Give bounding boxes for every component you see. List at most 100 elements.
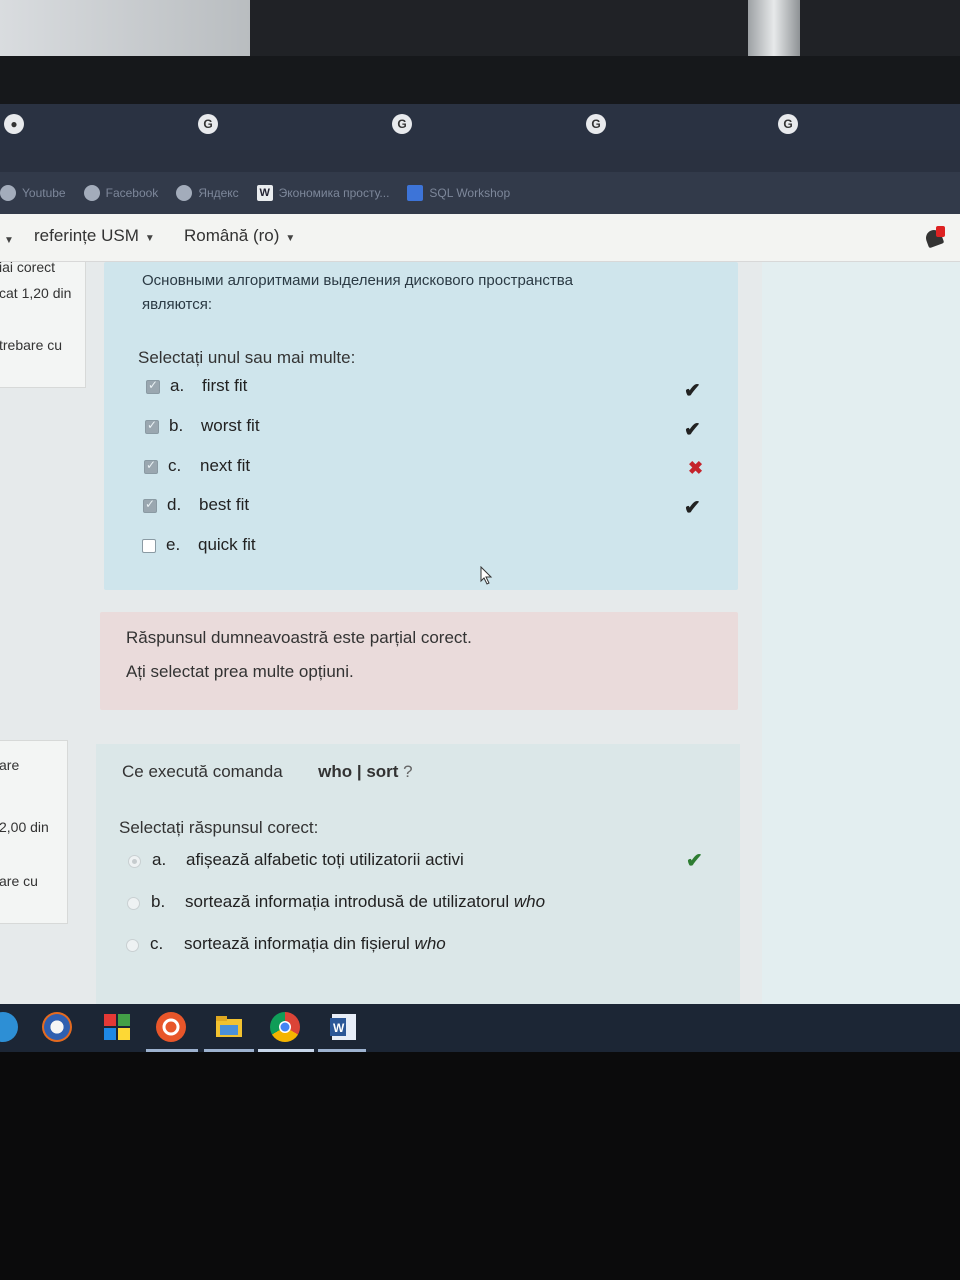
option-letter: e.: [166, 535, 181, 554]
question-2-prefix: Ce execută comanda: [122, 762, 283, 781]
option-text: best fit: [199, 495, 250, 514]
question-1-text: Основными алгоритмами выделения дисковог…: [142, 272, 573, 289]
correct-check-icon: ✔: [684, 419, 701, 441]
option-text: sortează informația introdusă de utiliza…: [185, 892, 545, 912]
mouse-cursor-icon: [480, 566, 493, 585]
option-letter: b.: [169, 416, 184, 435]
monitor-bezel-bottom: [0, 1052, 960, 1280]
option-b[interactable]: b. worst fit: [145, 416, 705, 442]
question-2-command: who | sort: [318, 762, 399, 781]
correct-check-icon: ✔: [684, 497, 701, 519]
globe-icon: [83, 185, 100, 201]
language-selector[interactable]: Română (ro) ▼: [184, 226, 295, 246]
option-text: next fit: [200, 456, 251, 475]
info-score: 2,00 din: [0, 819, 49, 835]
option-text-main: sortează informația introdusă de utiliza…: [185, 892, 514, 911]
option-d-checkbox[interactable]: [143, 497, 157, 513]
q2-option-b-radio[interactable]: [127, 897, 140, 910]
bookmark-label: Youtube: [22, 186, 66, 200]
tab-favicon-google-icon[interactable]: G: [392, 114, 412, 134]
info-status: are: [0, 757, 20, 773]
browser-tab-strip: ● G G G G: [0, 104, 960, 150]
option-letter: c.: [150, 934, 164, 953]
file-explorer-icon[interactable]: [214, 1012, 244, 1042]
bookmark-youtube[interactable]: Youtube: [0, 185, 66, 201]
option-e[interactable]: e. quick fit: [142, 535, 702, 561]
nav-references-menu[interactable]: referințe USM ▼: [34, 226, 155, 246]
option-c[interactable]: c. next fit: [144, 456, 704, 482]
address-bar[interactable]: [0, 150, 960, 174]
option-d[interactable]: d. best fit: [143, 495, 703, 521]
option-b-checkbox[interactable]: [145, 418, 159, 434]
question-2-text: Ce execută comanda who | sort ?: [122, 762, 413, 782]
option-a[interactable]: a. first fit: [146, 376, 706, 402]
globe-icon: [176, 185, 193, 201]
site-navbar: ▼ referințe USM ▼ Română (ro) ▼: [0, 214, 960, 262]
q2-option-a-radio[interactable]: [128, 855, 141, 868]
ubuntu-icon[interactable]: [156, 1012, 186, 1042]
info-status: iai corect: [0, 262, 56, 275]
feedback-box: Răspunsul dumneavoastră este parțial cor…: [100, 612, 738, 710]
quiz-page: iai corect cat 1,20 din trebare cu Основ…: [0, 262, 960, 1004]
nav-dropdown-caret[interactable]: ▼: [4, 228, 14, 248]
option-text-main: sortează informația din fișierul: [184, 934, 415, 953]
option-letter: a.: [170, 376, 185, 395]
wall-left: [0, 0, 250, 56]
tab-favicon-google-icon[interactable]: G: [198, 114, 218, 134]
q2-option-a[interactable]: a. afișează alfabetic toți utilizatorii …: [128, 850, 688, 876]
notification-badge: [936, 226, 945, 237]
word-icon: W: [256, 185, 273, 201]
question-1-text-cont: являются:: [142, 296, 213, 313]
option-text: sortează informația din fișierul who: [184, 934, 446, 954]
incorrect-cross-icon: ✖: [688, 458, 704, 478]
question-1-instruction: Selectați unul sau mai multe:: [138, 348, 356, 367]
thunderbird-icon[interactable]: [42, 1012, 72, 1042]
bookmarks-bar: Youtube Facebook Яндекс W Экономика прос…: [0, 172, 960, 214]
caret-down-icon: ▼: [144, 233, 155, 244]
option-a-checkbox[interactable]: [146, 378, 160, 394]
windows-store-icon[interactable]: [102, 1012, 132, 1042]
question-1-box: Основными алгоритмами выделения дисковог…: [104, 262, 738, 590]
question-info-2: are 2,00 din are cu: [0, 740, 68, 924]
photo-background-top: [0, 0, 960, 68]
q2-option-c-radio[interactable]: [126, 939, 139, 952]
feedback-too-many: Ați selectat prea multe opțiuni.: [126, 662, 354, 681]
bookmark-facebook[interactable]: Facebook: [83, 185, 159, 201]
bookmark-sql-workshop[interactable]: SQL Workshop: [407, 185, 510, 201]
bookmark-label: Facebook: [105, 186, 159, 200]
option-text-italic: who: [414, 934, 446, 953]
sql-icon: [407, 185, 424, 201]
tab-favicon-globe-icon[interactable]: ●: [4, 114, 24, 134]
chrome-icon[interactable]: [270, 1012, 300, 1042]
feedback-partial-correct: Răspunsul dumneavoastră este parțial cor…: [126, 628, 472, 647]
caret-down-icon: ▼: [4, 235, 14, 246]
info-flag[interactable]: trebare cu: [0, 337, 62, 353]
q2-option-b[interactable]: b. sortează informația introdusă de util…: [127, 892, 687, 918]
bookmark-economics[interactable]: W Экономика просту...: [256, 185, 389, 201]
option-text-italic: who: [513, 892, 546, 911]
start-button-icon[interactable]: [0, 1012, 18, 1042]
right-column: [762, 262, 960, 1004]
option-text: first fit: [202, 376, 248, 395]
option-text: worst fit: [201, 416, 260, 435]
nav-references-label: referințe USM: [34, 226, 139, 245]
option-letter: c.: [168, 456, 182, 475]
notification-bell-icon[interactable]: [923, 226, 950, 250]
q2-option-c[interactable]: c. sortează informația din fișierul who: [126, 934, 686, 960]
bookmark-label: SQL Workshop: [429, 186, 511, 200]
bookmark-label: Яндекс: [198, 186, 239, 200]
word-icon[interactable]: W: [328, 1012, 358, 1042]
option-e-checkbox[interactable]: [142, 539, 156, 553]
question-info-1: iai corect cat 1,20 din trebare cu: [0, 262, 86, 388]
option-letter: d.: [167, 495, 182, 514]
option-text: afișează alfabetic toți utilizatorii act…: [186, 850, 464, 869]
option-c-checkbox[interactable]: [144, 458, 158, 474]
tab-favicon-google-icon[interactable]: G: [586, 114, 606, 134]
correct-check-icon: ✔: [684, 380, 701, 402]
tab-favicon-google-icon[interactable]: G: [778, 114, 798, 134]
question-2-instruction: Selectați răspunsul corect:: [119, 818, 319, 837]
info-flag[interactable]: are cu: [0, 873, 38, 889]
globe-icon: [0, 185, 16, 201]
bookmark-yandex[interactable]: Яндекс: [176, 185, 239, 201]
question-2-box: Ce execută comanda who | sort ? Selectaț…: [96, 744, 740, 1004]
